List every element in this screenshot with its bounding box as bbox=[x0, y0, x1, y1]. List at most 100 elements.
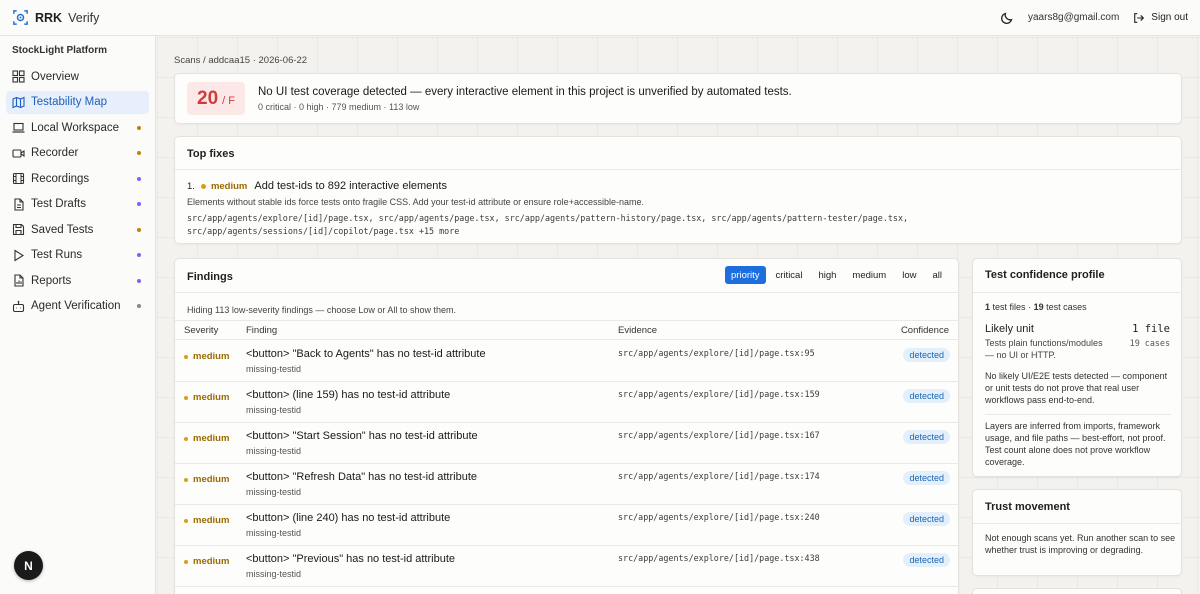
sidebar-item-recordings[interactable]: Recordings bbox=[6, 167, 149, 190]
severity-dot bbox=[200, 183, 206, 189]
fix-files-line: src/app/agents/explore/[id]/page.tsx, sr… bbox=[187, 213, 909, 223]
findings-table-body: medium <button> "Back to Agents" has no … bbox=[175, 341, 958, 587]
fix-item: 1. medium Add test-ids to 892 interactiv… bbox=[187, 180, 447, 192]
top-fixes-card: Top fixes 1. medium Add test-ids to 892 … bbox=[174, 136, 1182, 244]
table-row[interactable]: medium <button> "Start Session" has no t… bbox=[175, 423, 958, 464]
dev-tools-badge[interactable]: N bbox=[14, 551, 43, 580]
fix-index: 1. bbox=[187, 180, 195, 192]
severity-dot bbox=[184, 518, 188, 523]
sidebar-item-recorder[interactable]: Recorder bbox=[6, 142, 149, 165]
finding-evidence: src/app/agents/explore/[id]/page.tsx:95 bbox=[618, 348, 815, 358]
layer-name: Likely unit bbox=[985, 323, 1034, 335]
finding-rule: missing-testid bbox=[246, 405, 302, 415]
test-files-label: test files · bbox=[992, 302, 1032, 312]
finding-title: <button> "Refresh Data" has no test-id a… bbox=[246, 471, 477, 483]
severity-dot bbox=[184, 436, 188, 441]
theme-toggle-moon-icon[interactable] bbox=[1000, 11, 1014, 25]
column-header-confidence: Confidence bbox=[900, 325, 949, 336]
finding-title: <button> "Back to Agents" has no test-id… bbox=[246, 348, 486, 360]
severity-filter-group: priority critical high medium low all bbox=[725, 266, 948, 284]
sidebar-item-saved-tests[interactable]: Saved Tests bbox=[6, 218, 149, 241]
sidebar-item-label: Test Drafts bbox=[31, 198, 86, 210]
grid-icon bbox=[12, 70, 25, 83]
fix-file-list: src/app/agents/explore/[id]/page.tsx, sr… bbox=[187, 212, 1167, 238]
status-dot bbox=[137, 253, 141, 257]
report-icon bbox=[12, 274, 25, 287]
filter-medium[interactable]: medium bbox=[846, 266, 892, 284]
sidebar-section-title: StockLight Platform bbox=[12, 45, 108, 56]
sidebar-item-label: Saved Tests bbox=[31, 223, 94, 236]
finding-title: <button> (line 159) has no test-id attri… bbox=[246, 389, 451, 401]
confidence-badge: detected bbox=[903, 430, 950, 444]
status-dot bbox=[137, 151, 141, 155]
row-severity: medium bbox=[184, 474, 229, 485]
finding-rule: missing-testid bbox=[246, 364, 302, 374]
save-icon bbox=[12, 223, 25, 236]
divider bbox=[973, 523, 1181, 524]
table-row[interactable]: medium <button> (line 159) has no test-i… bbox=[175, 382, 958, 423]
severity-dot bbox=[184, 395, 188, 400]
brand[interactable]: RRK Verify bbox=[12, 9, 99, 26]
finding-evidence: src/app/agents/explore/[id]/page.tsx:167 bbox=[618, 430, 820, 440]
finding-evidence: src/app/agents/explore/[id]/page.tsx:240 bbox=[618, 512, 820, 522]
top-fixes-title: Top fixes bbox=[187, 148, 235, 160]
trust-movement-title: Trust movement bbox=[985, 501, 1070, 513]
row-severity: medium bbox=[184, 433, 229, 444]
confidence-badge: detected bbox=[903, 348, 950, 362]
confidence-badge: detected bbox=[903, 471, 950, 485]
layer-file-count: 1 file bbox=[1132, 323, 1170, 335]
severity-dot bbox=[184, 354, 188, 359]
row-severity: medium bbox=[184, 351, 229, 362]
inference-disclaimer: Layers are inferred from imports, framew… bbox=[985, 421, 1166, 467]
trust-movement-card: Trust movement Not enough scans yet. Run… bbox=[972, 489, 1182, 576]
finding-title: <button> (line 240) has no test-id attri… bbox=[246, 512, 451, 524]
score-card: 20 / F No UI test coverage detected — ev… bbox=[174, 73, 1182, 124]
sidebar-item-agent-verification[interactable]: Agent Verification bbox=[6, 295, 149, 318]
finding-title: <button> "Previous" has no test-id attri… bbox=[246, 553, 455, 565]
findings-card: Findings priority critical high medium l… bbox=[174, 258, 959, 594]
laptop-icon bbox=[12, 121, 25, 134]
filter-critical[interactable]: critical bbox=[770, 266, 809, 284]
score-grade: / F bbox=[222, 95, 235, 107]
main-content: Scans / addcaa15 · 2026-06-22 20 / F No … bbox=[157, 37, 1200, 594]
filter-low[interactable]: low bbox=[896, 266, 922, 284]
sign-out-button[interactable]: Sign out bbox=[1133, 12, 1188, 24]
sidebar-item-label: Test Runs bbox=[31, 249, 83, 261]
sidebar-item-local-workspace[interactable]: Local Workspace bbox=[6, 116, 149, 139]
table-row[interactable]: medium <button> "Back to Agents" has no … bbox=[175, 341, 958, 382]
sign-out-icon bbox=[1134, 12, 1145, 23]
finding-rule: missing-testid bbox=[246, 569, 302, 579]
column-header-finding: Finding bbox=[246, 325, 278, 336]
sidebar-item-test-drafts[interactable]: Test Drafts bbox=[6, 193, 149, 216]
filter-high[interactable]: high bbox=[812, 266, 842, 284]
video-icon bbox=[12, 147, 25, 160]
severity-label: medium bbox=[193, 515, 230, 526]
layer-description: Tests plain functions/modules — no UI or… bbox=[985, 338, 1103, 360]
fix-severity: medium bbox=[210, 180, 248, 192]
severity-label: medium bbox=[193, 351, 230, 362]
brand-logo-icon bbox=[12, 9, 29, 26]
sidebar-item-overview[interactable]: Overview bbox=[6, 65, 149, 88]
sign-out-label: Sign out bbox=[1151, 12, 1188, 23]
filter-priority[interactable]: priority bbox=[725, 266, 766, 284]
confidence-badge: detected bbox=[903, 512, 950, 526]
user-email: yaars8g@gmail.com bbox=[1028, 12, 1120, 23]
sidebar-item-reports[interactable]: Reports bbox=[6, 269, 149, 292]
status-dot bbox=[137, 202, 141, 206]
sidebar: StockLight Platform Overview Testability… bbox=[0, 36, 156, 594]
table-row[interactable]: medium <button> "Refresh Data" has no te… bbox=[175, 464, 958, 505]
sidebar-item-test-runs[interactable]: Test Runs bbox=[6, 244, 149, 267]
test-confidence-title: Test confidence profile bbox=[985, 269, 1105, 281]
table-row[interactable]: medium <button> "Previous" has no test-i… bbox=[175, 546, 958, 587]
confidence-badge: detected bbox=[903, 553, 950, 567]
status-dot bbox=[137, 125, 141, 130]
top-bar: RRK Verify yaars8g@gmail.com Sign out bbox=[0, 0, 1200, 36]
filter-all[interactable]: all bbox=[926, 266, 948, 284]
severity-label: medium bbox=[193, 392, 230, 403]
brand-name: RRK bbox=[35, 10, 63, 25]
sidebar-item-testability-map[interactable]: Testability Map bbox=[6, 90, 149, 114]
finding-evidence: src/app/agents/explore/[id]/page.tsx:159 bbox=[618, 389, 820, 399]
severity-label: medium bbox=[193, 556, 230, 567]
table-row[interactable]: medium <button> (line 240) has no test-i… bbox=[175, 505, 958, 546]
status-dot bbox=[137, 227, 141, 232]
